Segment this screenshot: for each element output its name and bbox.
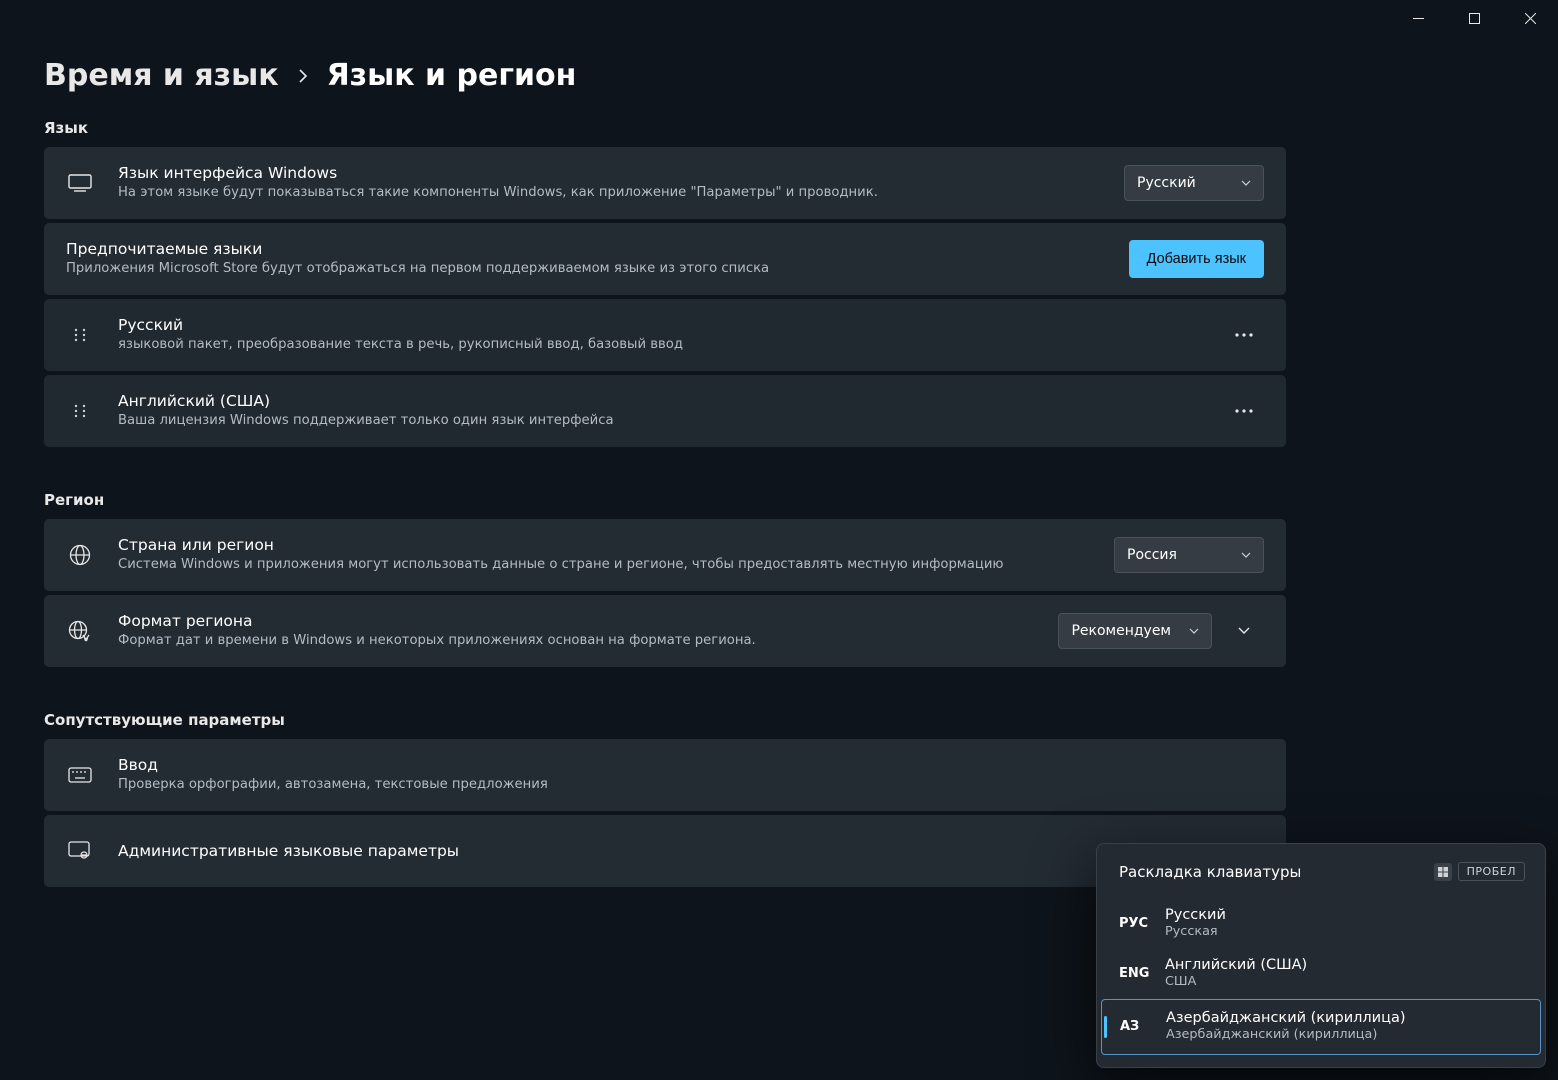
- chevron-down-icon: [1241, 180, 1251, 187]
- section-label-region: Регион: [44, 491, 1286, 509]
- kb-abbr: ENG: [1119, 966, 1165, 981]
- more-options-button[interactable]: [1224, 393, 1264, 429]
- section-label-language: Язык: [44, 119, 1286, 137]
- language-item[interactable]: Русский языковой пакет, преобразование т…: [44, 299, 1286, 371]
- drag-handle-icon[interactable]: [66, 321, 94, 349]
- display-language-value: Русский: [1137, 175, 1196, 191]
- keyboard-layout-flyout: Раскладка клавиатуры ПРОБЕЛ РУС Русский …: [1096, 843, 1546, 1068]
- preferred-desc: Приложения Microsoft Store будут отображ…: [66, 260, 1129, 278]
- keyboard-icon: [66, 761, 94, 789]
- region-format-card[interactable]: Формат региона Формат дат и времени в Wi…: [44, 595, 1286, 667]
- windows-key-icon: [1434, 863, 1452, 881]
- country-select[interactable]: Россия: [1114, 537, 1264, 573]
- expand-chevron[interactable]: [1224, 613, 1264, 649]
- display-language-desc: На этом языке будут показываться такие к…: [118, 184, 1124, 202]
- add-language-label: Добавить язык: [1147, 251, 1246, 267]
- chevron-down-icon: [1189, 628, 1199, 635]
- monitor-icon: [66, 169, 94, 197]
- preferred-languages-card: Предпочитаемые языки Приложения Microsof…: [44, 223, 1286, 295]
- display-language-title: Язык интерфейса Windows: [118, 164, 1124, 182]
- language-name: Английский (США): [118, 392, 1224, 410]
- kb-shortcut: ПРОБЕЛ: [1434, 862, 1525, 881]
- language-item[interactable]: Английский (США) Ваша лицензия Windows п…: [44, 375, 1286, 447]
- language-features: языковой пакет, преобразование текста в …: [118, 336, 1224, 354]
- country-card: Страна или регион Система Windows и прил…: [44, 519, 1286, 591]
- admin-title: Административные языковые параметры: [118, 842, 1264, 860]
- kb-lang-sub: Азербайджанский (кириллица): [1166, 1027, 1405, 1042]
- window-controls: [1390, 0, 1558, 36]
- kb-lang-name: Азербайджанский (кириллица): [1166, 1010, 1405, 1026]
- region-format-select[interactable]: Рекомендуем: [1058, 613, 1212, 649]
- kb-layout-item-selected[interactable]: АЗ Азербайджанский (кириллица) Азербайдж…: [1101, 999, 1541, 1055]
- add-language-button[interactable]: Добавить язык: [1129, 240, 1264, 278]
- typing-title: Ввод: [118, 756, 1264, 774]
- drag-handle-icon[interactable]: [66, 397, 94, 425]
- country-value: Россия: [1127, 547, 1177, 563]
- globe-language-icon: [66, 617, 94, 645]
- admin-language-icon: [66, 837, 94, 865]
- region-format-value: Рекомендуем: [1071, 623, 1171, 639]
- kb-layout-item[interactable]: РУС Русский Русская: [1097, 899, 1545, 949]
- close-button[interactable]: [1502, 0, 1558, 36]
- language-features: Ваша лицензия Windows поддерживает тольк…: [118, 412, 1224, 430]
- display-language-select[interactable]: Русский: [1124, 165, 1264, 201]
- more-options-button[interactable]: [1224, 317, 1264, 353]
- section-label-related: Сопутствующие параметры: [44, 711, 1286, 729]
- breadcrumb-parent[interactable]: Время и язык: [44, 58, 279, 93]
- kb-lang-sub: США: [1165, 974, 1307, 989]
- language-name: Русский: [118, 316, 1224, 334]
- chevron-down-icon: [1241, 552, 1251, 559]
- display-language-card: Язык интерфейса Windows На этом языке бу…: [44, 147, 1286, 219]
- kb-lang-name: Русский: [1165, 907, 1226, 923]
- region-format-desc: Формат дат и времени в Windows и некотор…: [118, 632, 1058, 650]
- kb-lang-name: Английский (США): [1165, 957, 1307, 973]
- typing-desc: Проверка орфографии, автозамена, текстов…: [118, 776, 1264, 794]
- country-desc: Система Windows и приложения могут испол…: [118, 556, 1114, 574]
- minimize-button[interactable]: [1390, 0, 1446, 36]
- kb-layout-item[interactable]: ENG Английский (США) США: [1097, 949, 1545, 999]
- preferred-title: Предпочитаемые языки: [66, 240, 1129, 258]
- kb-flyout-title: Раскладка клавиатуры: [1119, 863, 1301, 881]
- breadcrumb: Время и язык Язык и регион: [44, 58, 1286, 93]
- typing-card[interactable]: Ввод Проверка орфографии, автозамена, те…: [44, 739, 1286, 811]
- space-key-label: ПРОБЕЛ: [1458, 862, 1525, 881]
- page-title: Язык и регион: [327, 58, 577, 93]
- chevron-right-icon: [297, 68, 309, 84]
- kb-lang-sub: Русская: [1165, 924, 1226, 939]
- region-format-title: Формат региона: [118, 612, 1058, 630]
- kb-abbr: РУС: [1119, 916, 1165, 931]
- globe-icon: [66, 541, 94, 569]
- country-title: Страна или регион: [118, 536, 1114, 554]
- maximize-button[interactable]: [1446, 0, 1502, 36]
- kb-abbr: АЗ: [1120, 1019, 1166, 1034]
